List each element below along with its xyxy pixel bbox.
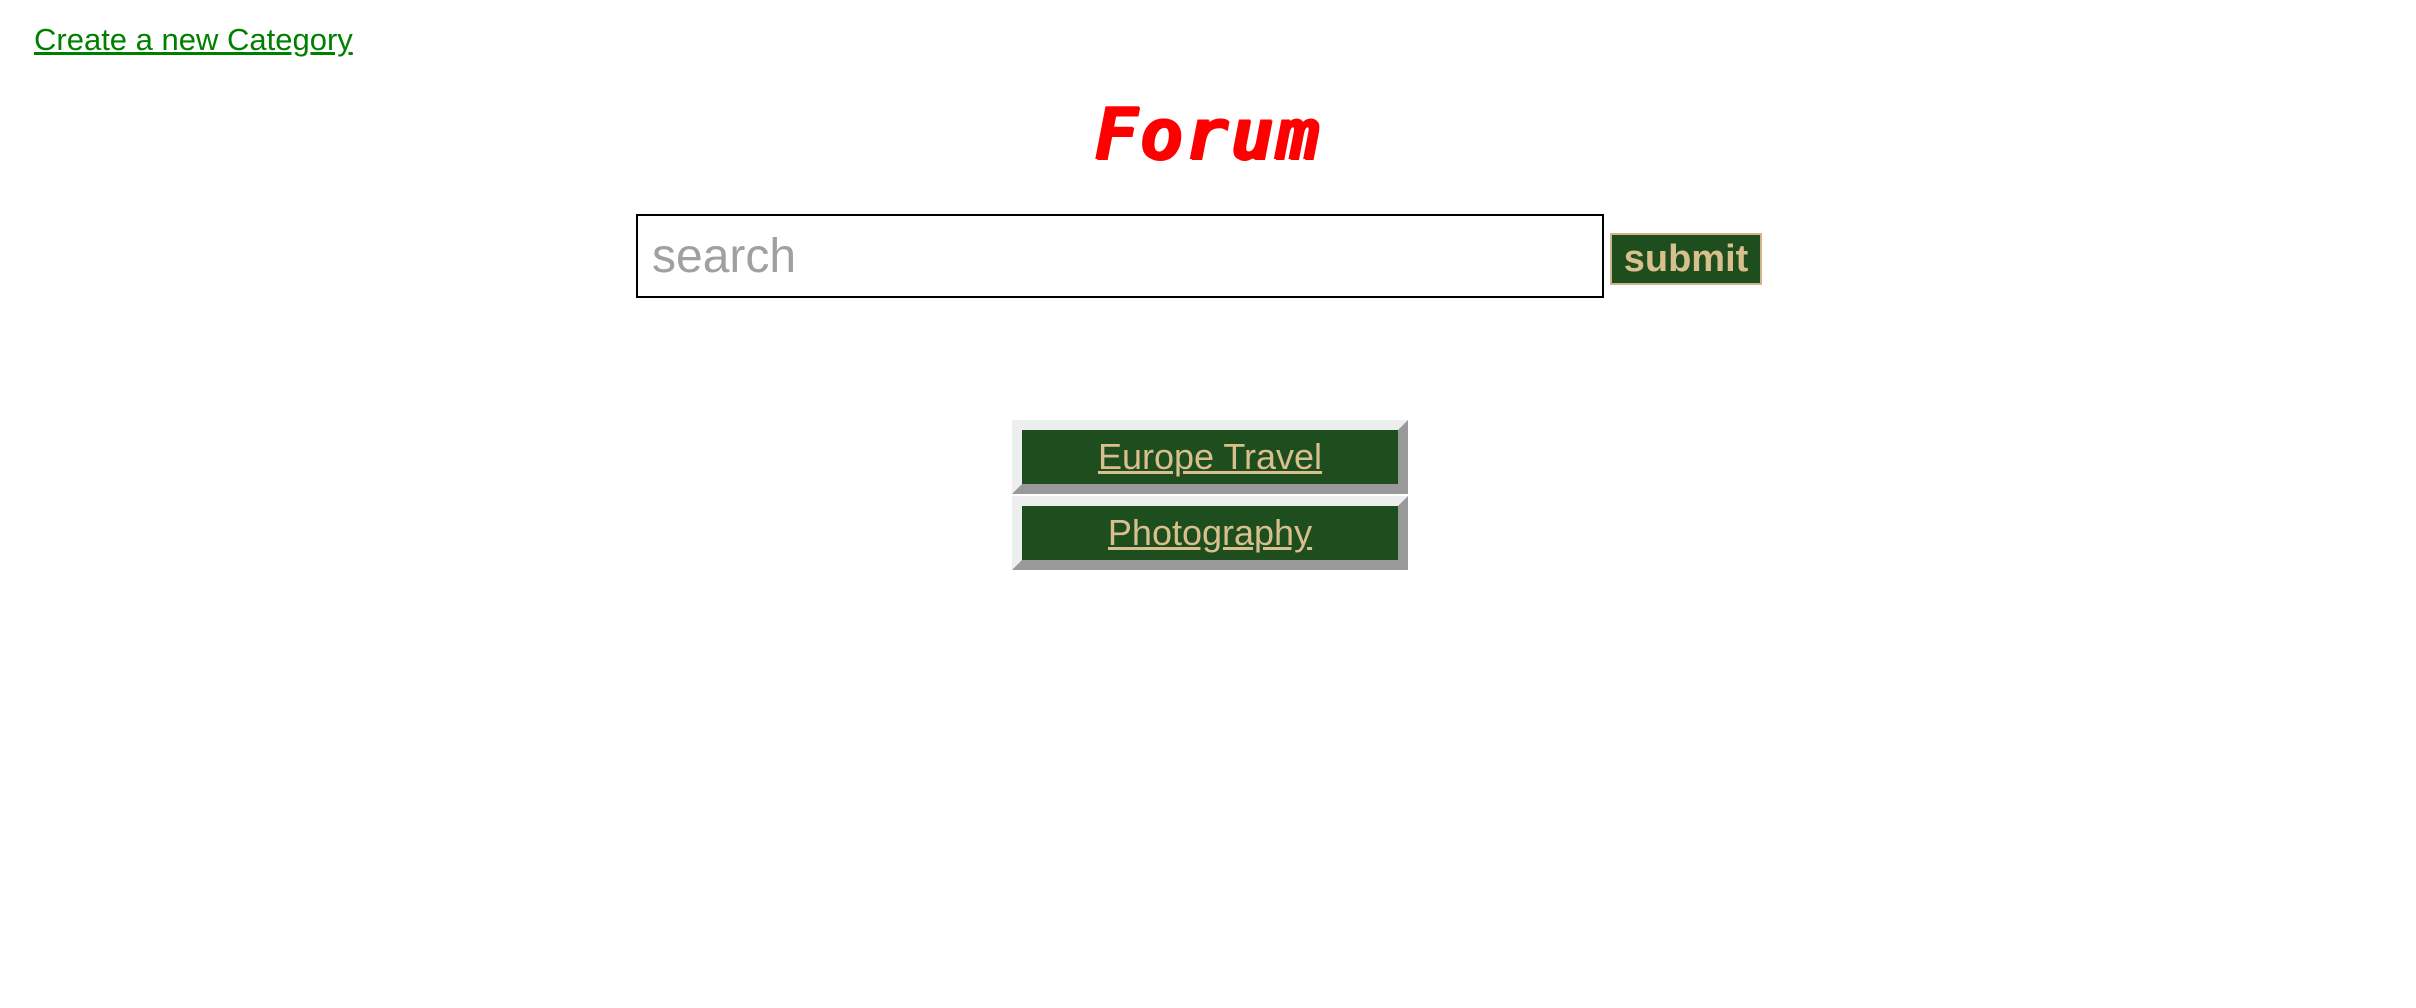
search-input[interactable] [636,214,1604,298]
create-category-link[interactable]: Create a new Category [34,22,353,58]
page-title: Forum [1094,92,1322,176]
submit-button[interactable]: submit [1610,233,1762,285]
category-link-photography[interactable]: Photography [1108,512,1312,554]
category-link-europe-travel[interactable]: Europe Travel [1098,436,1322,478]
search-form: submit [636,214,1762,298]
category-item[interactable]: Europe Travel [1012,420,1408,494]
page: Create a new Category Forum submit Europ… [0,0,2416,1008]
category-list: Europe Travel Photography [1012,420,1408,572]
category-item[interactable]: Photography [1012,496,1408,570]
